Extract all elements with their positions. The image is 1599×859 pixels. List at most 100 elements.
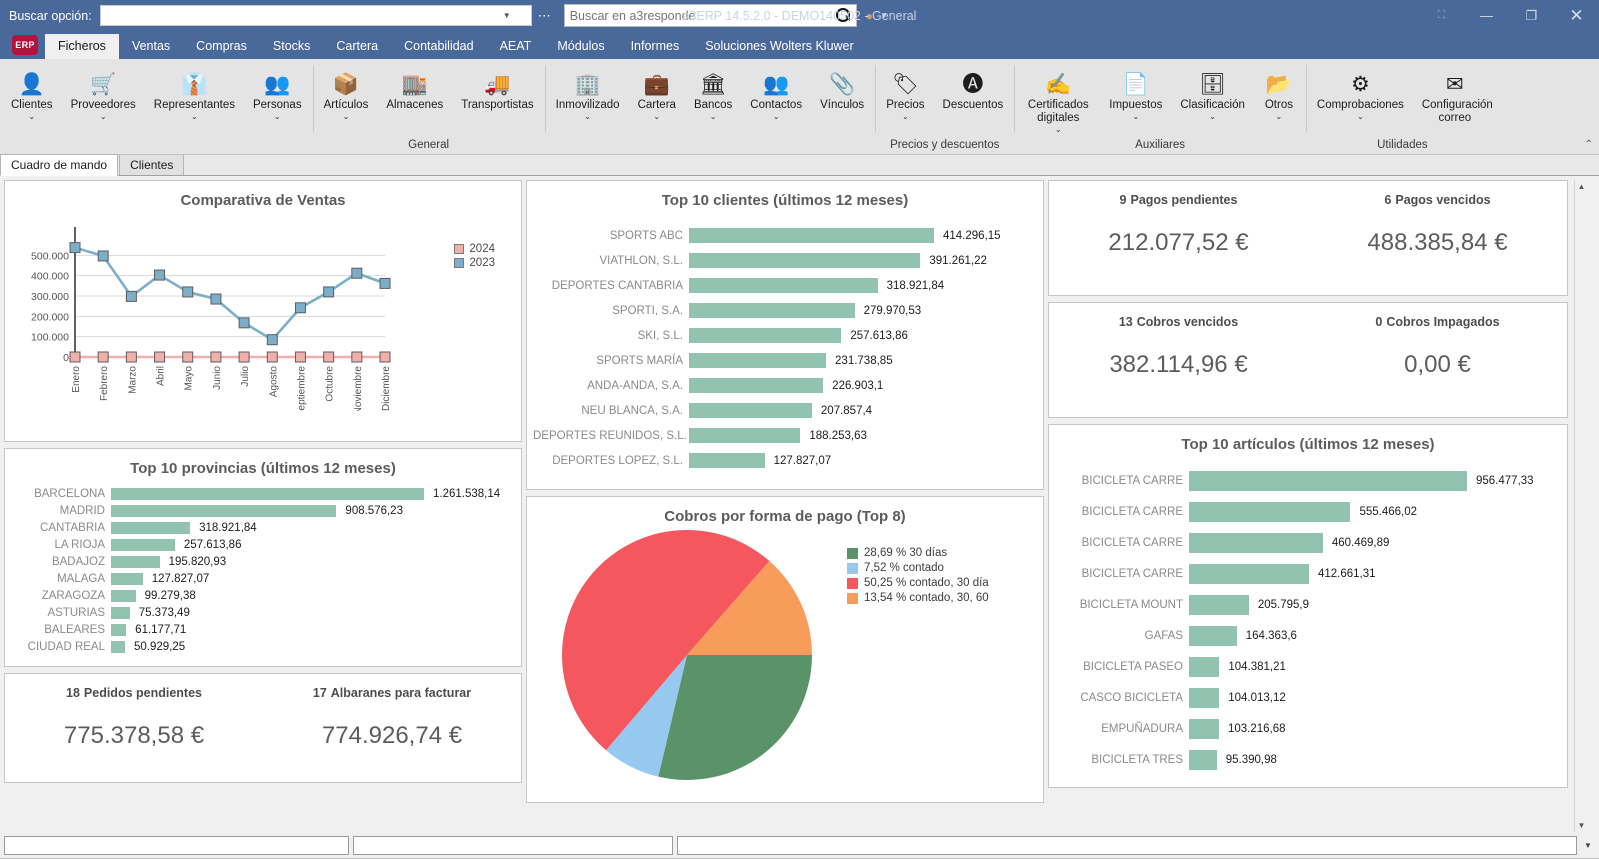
chevron-down-icon[interactable]: ⌄ — [343, 113, 350, 121]
maximize-button[interactable]: ❐ — [1509, 0, 1554, 31]
chevron-down-icon[interactable]: ⌄ — [902, 113, 909, 121]
erp-logo-icon[interactable]: ERP — [12, 35, 38, 55]
search-icon[interactable] — [836, 8, 851, 23]
chevron-down-icon[interactable]: ⌄ — [100, 113, 107, 121]
bar-row[interactable]: NEU BLANCA, S.A.207.857,4 — [533, 398, 1043, 423]
page-tab-cuadro-de-mando[interactable]: Cuadro de mando — [0, 154, 118, 176]
bar-row[interactable]: MALAGA127.827,07 — [11, 570, 521, 587]
chevron-down-icon[interactable]: ⌄ — [1132, 113, 1139, 121]
bar-row[interactable]: BICICLETA CARRE956.477,33 — [1055, 465, 1567, 496]
kpi-pagos-pendientes[interactable]: 9Pagos pendientes 212.077,52 € — [1049, 181, 1308, 295]
bar-row[interactable]: ASTURIAS75.373,49 — [11, 604, 521, 621]
menu-item-contabilidad[interactable]: Contabilidad — [391, 34, 487, 59]
restore-target-icon[interactable]: ⛶ — [1419, 0, 1464, 31]
ribbon-button-contactos[interactable]: 👥Contactos⌄ — [741, 59, 811, 154]
bar-row[interactable]: CANTABRIA318.921,84 — [11, 519, 521, 536]
bar-row[interactable]: ZARAGOZA99.279,38 — [11, 587, 521, 604]
scroll-down-icon[interactable]: ▼ — [1578, 821, 1586, 830]
dashboard-vertical-scrollbar[interactable]: ▲ ▼ — [1574, 180, 1588, 832]
a3responde-search-input[interactable] — [570, 9, 836, 23]
bar-row[interactable]: EMPUÑADURA103.216,68 — [1055, 713, 1567, 744]
bar-row[interactable]: VIATHLON, S.L.391.261,22 — [533, 248, 1043, 273]
ribbon-button-representantes[interactable]: 👔Representantes⌄ — [145, 59, 244, 154]
ribbon-button-inmovilizado[interactable]: 🏢Inmovilizado⌄ — [547, 59, 629, 154]
page-tab-clientes[interactable]: Clientes — [119, 154, 184, 175]
close-button[interactable]: ✕ — [1554, 0, 1599, 31]
bar-row[interactable]: SKI, S.L.257.613,86 — [533, 323, 1043, 348]
bar-row[interactable]: MADRID908.576,23 — [11, 502, 521, 519]
menu-item-compras[interactable]: Compras — [183, 34, 260, 59]
bar-row[interactable]: CIUDAD REAL50.929,25 — [11, 638, 521, 655]
buscar-opcion-combobox[interactable]: ▼ — [100, 5, 532, 26]
chevron-down-icon[interactable]: ⌄ — [653, 113, 660, 121]
minimize-button[interactable]: — — [1464, 0, 1509, 31]
menu-item-m-dulos[interactable]: Módulos — [544, 34, 617, 59]
kpi-header: 13Cobros vencidos — [1049, 315, 1308, 329]
bottom-field-2[interactable] — [353, 836, 673, 855]
collapse-ribbon-icon[interactable]: ⌃ — [1585, 139, 1593, 150]
kpi-cobros-vencidos[interactable]: 13Cobros vencidos 382.114,96 € — [1049, 303, 1308, 417]
ribbon-button-proveedores[interactable]: 🛒Proveedores⌄ — [62, 59, 145, 154]
menu-item-soluciones-wolters-kluwer[interactable]: Soluciones Wolters Kluwer — [692, 34, 866, 59]
bar-row[interactable]: GAFAS164.363,6 — [1055, 620, 1567, 651]
bar-row[interactable]: BICICLETA TRES95.390,98 — [1055, 744, 1567, 775]
menu-item-ventas[interactable]: Ventas — [119, 34, 183, 59]
bar-row[interactable]: BADAJOZ195.820,93 — [11, 553, 521, 570]
bar-row[interactable]: DEPORTES REUNIDOS, S.L.188.253,63 — [533, 423, 1043, 448]
ribbon-group-label: General — [313, 139, 545, 151]
kpi-count: 18 — [66, 686, 80, 700]
ribbon-button-v-nculos[interactable]: 📎Vínculos — [811, 59, 873, 154]
bar-row[interactable]: BARCELONA1.261.538,14 — [11, 485, 521, 502]
bar-row[interactable]: BICICLETA CARRE460.469,89 — [1055, 527, 1567, 558]
chevron-down-icon[interactable]: ⌄ — [28, 113, 35, 121]
chevron-down-icon[interactable]: ⌄ — [1276, 113, 1283, 121]
menu-item-cartera[interactable]: Cartera — [323, 34, 391, 59]
bar-row[interactable]: SPORTS MARÍA231.738,85 — [533, 348, 1043, 373]
kpi-pedidos-pendientes[interactable]: 18Pedidos pendientes 775.378,58 € — [5, 674, 263, 782]
bar-row[interactable]: BICICLETA CARRE412.661,31 — [1055, 558, 1567, 589]
bottom-field-3[interactable] — [677, 836, 1577, 855]
menu-item-informes[interactable]: Informes — [618, 34, 693, 59]
bar-row[interactable]: ANDA-ANDA, S.A.226.903,1 — [533, 373, 1043, 398]
bar-row[interactable]: BICICLETA PASEO104.381,21 — [1055, 651, 1567, 682]
ribbon-button-bancos[interactable]: 🏛Bancos⌄ — [685, 59, 741, 154]
legend-label: 7,52 % contado — [864, 562, 944, 574]
chevron-down-icon[interactable]: ⌄ — [1209, 113, 1216, 121]
kpi-cobros-impagados[interactable]: 0Cobros Impagados 0,00 € — [1308, 303, 1567, 417]
ribbon-button-personas[interactable]: 👥Personas⌄ — [244, 59, 311, 154]
chevron-down-icon[interactable]: ⌄ — [1055, 126, 1062, 134]
panel-title: Top 10 artículos (últimos 12 meses) — [1049, 425, 1567, 453]
buscar-opcion-more-button[interactable]: ⋯ — [538, 8, 552, 24]
bar-row[interactable]: DEPORTES LOPEZ, S.L.127.827,07 — [533, 448, 1043, 473]
chevron-down-icon[interactable]: ⌄ — [773, 113, 780, 121]
chevron-down-icon[interactable]: ⌄ — [710, 113, 717, 121]
menu-item-stocks[interactable]: Stocks — [260, 34, 324, 59]
chevron-down-icon[interactable]: ▼ — [1581, 841, 1595, 850]
a3responde-search-box[interactable] — [564, 4, 857, 27]
bar-row[interactable]: BICICLETA CARRE555.466,02 — [1055, 496, 1567, 527]
bar-row[interactable]: SPORTS ABC414.296,15 — [533, 223, 1043, 248]
chevron-down-icon[interactable]: ⌄ — [191, 113, 198, 121]
bar-row[interactable]: BALEARES61.177,71 — [11, 621, 521, 638]
scroll-up-icon[interactable]: ▲ — [1578, 182, 1586, 191]
kpi-amount: 0,00 € — [1308, 351, 1567, 379]
chevron-down-icon[interactable]: ▼ — [880, 11, 888, 20]
bar-row[interactable]: SPORTI, S.A.279.970,53 — [533, 298, 1043, 323]
menu-item-aeat[interactable]: AEAT — [487, 34, 545, 59]
menu-item-ficheros[interactable]: Ficheros — [45, 34, 119, 59]
bottom-field-1[interactable] — [4, 836, 349, 855]
chevron-down-icon[interactable]: ⌄ — [1357, 113, 1364, 121]
bar-row[interactable]: LA RIOJA257.613,86 — [11, 536, 521, 553]
ribbon-button-cartera[interactable]: 💼Cartera⌄ — [629, 59, 685, 154]
bar-row[interactable]: BICICLETA MOUNT205.795,9 — [1055, 589, 1567, 620]
kpi-amount: 212.077,52 € — [1049, 229, 1308, 257]
kpi-pagos-vencidos[interactable]: 6Pagos vencidos 488.385,84 € — [1308, 181, 1567, 295]
kpi-albaranes-facturar[interactable]: 17Albaranes para facturar 774.926,74 € — [263, 674, 521, 782]
bar-row[interactable]: DEPORTES CANTABRIA318.921,84 — [533, 273, 1043, 298]
chevron-down-icon[interactable]: ⌄ — [584, 113, 591, 121]
ribbon-button-clientes[interactable]: 👤Clientes⌄ — [2, 59, 62, 154]
chevron-down-icon[interactable]: ⌄ — [274, 113, 281, 121]
notification-bell-icon[interactable]: ● — [866, 9, 873, 23]
bar-fill — [111, 590, 136, 602]
bar-row[interactable]: CASCO BICICLETA104.013,12 — [1055, 682, 1567, 713]
